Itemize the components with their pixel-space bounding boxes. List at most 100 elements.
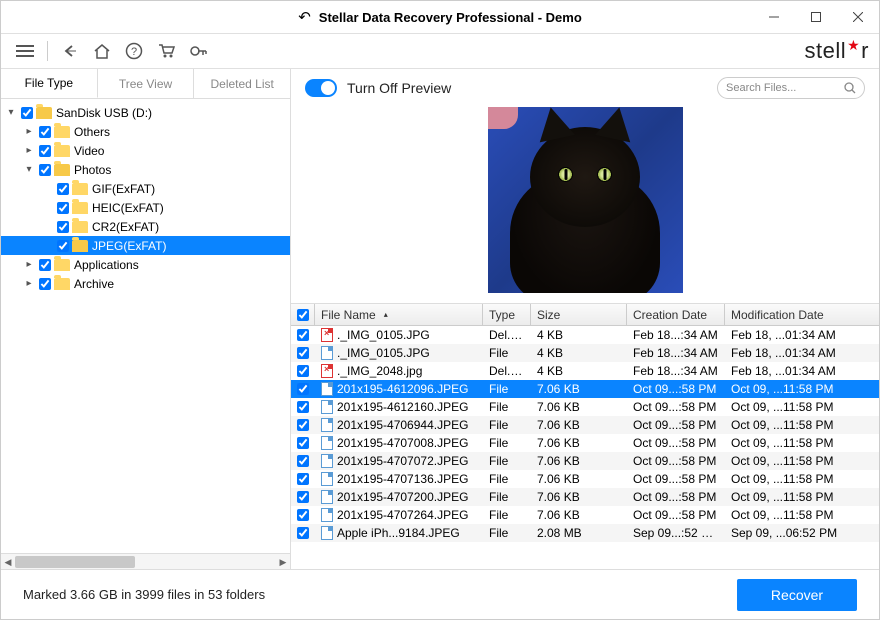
cart-button[interactable] xyxy=(152,37,180,65)
tree-checkbox[interactable] xyxy=(57,202,69,214)
table-row[interactable]: 201x195-4707136.JPEGFile7.06 KBOct 09...… xyxy=(291,470,879,488)
file-mdate: Oct 09, ...11:58 PM xyxy=(725,508,879,522)
tree-checkbox[interactable] xyxy=(39,259,51,271)
row-checkbox[interactable] xyxy=(297,473,309,485)
tree-root[interactable]: ▾ SanDisk USB (D:) xyxy=(1,103,290,122)
file-size: 7.06 KB xyxy=(531,382,627,396)
file-name: ._IMG_0105.JPG xyxy=(337,328,430,342)
file-name: 201x195-4706944.JPEG xyxy=(337,418,468,432)
table-row[interactable]: 201x195-4707264.JPEGFile7.06 KBOct 09...… xyxy=(291,506,879,524)
tree-item-gif[interactable]: GIF(ExFAT) xyxy=(1,179,290,198)
tab-tree-view[interactable]: Tree View xyxy=(98,69,195,98)
tab-deleted-list[interactable]: Deleted List xyxy=(194,69,290,98)
tree-item-applications[interactable]: ▸Applications xyxy=(1,255,290,274)
tree-label: HEIC(ExFAT) xyxy=(92,201,164,215)
tree-checkbox[interactable] xyxy=(21,107,33,119)
file-icon xyxy=(321,418,333,432)
table-row[interactable]: ._IMG_0105.JPGDel...ile4 KBFeb 18...:34 … xyxy=(291,326,879,344)
chevron-right-icon[interactable]: ▸ xyxy=(22,259,36,270)
tree-item-heic[interactable]: HEIC(ExFAT) xyxy=(1,198,290,217)
preview-toggle[interactable] xyxy=(305,79,337,97)
recover-button[interactable]: Recover xyxy=(737,579,857,611)
row-checkbox[interactable] xyxy=(297,365,309,377)
undo-icon: ↶ xyxy=(298,8,311,26)
row-checkbox[interactable] xyxy=(297,347,309,359)
scroll-left-icon[interactable]: ◀ xyxy=(1,554,15,570)
maximize-button[interactable] xyxy=(795,1,837,33)
select-all-checkbox[interactable] xyxy=(291,304,315,325)
table-row[interactable]: 201x195-4707200.JPEGFile7.06 KBOct 09...… xyxy=(291,488,879,506)
file-cdate: Feb 18...:34 AM xyxy=(627,346,725,360)
scroll-right-icon[interactable]: ▶ xyxy=(276,554,290,570)
col-creation-date[interactable]: Creation Date xyxy=(627,304,725,325)
chevron-down-icon[interactable]: ▾ xyxy=(4,107,18,118)
back-button[interactable] xyxy=(56,37,84,65)
search-input[interactable]: Search Files... xyxy=(717,77,865,99)
row-checkbox[interactable] xyxy=(297,419,309,431)
row-checkbox[interactable] xyxy=(297,437,309,449)
file-mdate: Oct 09, ...11:58 PM xyxy=(725,400,879,414)
home-button[interactable] xyxy=(88,37,116,65)
row-checkbox[interactable] xyxy=(297,383,309,395)
tree-item-jpeg[interactable]: JPEG(ExFAT) xyxy=(1,236,290,255)
table-row[interactable]: 201x195-4612160.JPEGFile7.06 KBOct 09...… xyxy=(291,398,879,416)
tree-hscrollbar[interactable]: ◀ ▶ xyxy=(1,553,290,569)
table-row[interactable]: 201x195-4707008.JPEGFile7.06 KBOct 09...… xyxy=(291,434,879,452)
menu-button[interactable] xyxy=(11,37,39,65)
tree-checkbox[interactable] xyxy=(39,278,51,290)
col-filename[interactable]: File Name▴ xyxy=(315,304,483,325)
file-tree[interactable]: ▾ SanDisk USB (D:) ▸Others ▸ Video ▾ Photos… xyxy=(1,99,290,553)
col-type[interactable]: Type xyxy=(483,304,531,325)
folder-icon xyxy=(54,259,70,271)
tree-item-video[interactable]: ▸ Video xyxy=(1,141,290,160)
file-icon xyxy=(321,490,333,504)
row-checkbox[interactable] xyxy=(297,455,309,467)
brand-logo: stell★r xyxy=(804,38,869,64)
minimize-button[interactable] xyxy=(753,1,795,33)
table-row[interactable]: ._IMG_2048.jpgDel...ile4 KBFeb 18...:34 … xyxy=(291,362,879,380)
tree-item-cr2[interactable]: CR2(ExFAT) xyxy=(1,217,290,236)
file-size: 7.06 KB xyxy=(531,472,627,486)
tab-file-type[interactable]: File Type xyxy=(1,69,98,98)
row-checkbox[interactable] xyxy=(297,329,309,341)
chevron-right-icon[interactable]: ▸ xyxy=(22,145,36,156)
table-row[interactable]: ._IMG_0105.JPGFile4 KBFeb 18...:34 AMFeb… xyxy=(291,344,879,362)
file-size: 4 KB xyxy=(531,328,627,342)
file-mdate: Feb 18, ...01:34 AM xyxy=(725,346,879,360)
row-checkbox[interactable] xyxy=(297,509,309,521)
scroll-thumb[interactable] xyxy=(15,556,135,568)
tree-label: Video xyxy=(74,144,104,158)
tree-item-archive[interactable]: ▸Archive xyxy=(1,274,290,293)
col-size[interactable]: Size xyxy=(531,304,627,325)
close-button[interactable] xyxy=(837,1,879,33)
table-row[interactable]: 201x195-4706944.JPEGFile7.06 KBOct 09...… xyxy=(291,416,879,434)
file-cdate: Oct 09...:58 PM xyxy=(627,472,725,486)
tree-checkbox[interactable] xyxy=(57,221,69,233)
tree-item-others[interactable]: ▸Others xyxy=(1,122,290,141)
row-checkbox[interactable] xyxy=(297,527,309,539)
footer: Marked 3.66 GB in 3999 files in 53 folde… xyxy=(1,569,879,619)
tree-checkbox[interactable] xyxy=(57,183,69,195)
tree-checkbox[interactable] xyxy=(39,145,51,157)
row-checkbox[interactable] xyxy=(297,401,309,413)
tree-label: Photos xyxy=(74,163,111,177)
row-checkbox[interactable] xyxy=(297,491,309,503)
file-type: File xyxy=(483,346,531,360)
help-button[interactable]: ? xyxy=(120,37,148,65)
key-button[interactable] xyxy=(184,37,212,65)
tree-item-photos[interactable]: ▾ Photos xyxy=(1,160,290,179)
tree-checkbox[interactable] xyxy=(39,164,51,176)
col-modification-date[interactable]: Modification Date xyxy=(725,304,879,325)
preview-bar: Turn Off Preview Search Files... xyxy=(291,69,879,107)
chevron-down-icon[interactable]: ▾ xyxy=(22,164,36,175)
tree-checkbox[interactable] xyxy=(39,126,51,138)
table-row[interactable]: 201x195-4612096.JPEGFile7.06 KBOct 09...… xyxy=(291,380,879,398)
tree-label: SanDisk USB (D:) xyxy=(56,106,152,120)
chevron-right-icon[interactable]: ▸ xyxy=(22,278,36,289)
table-body[interactable]: ._IMG_0105.JPGDel...ile4 KBFeb 18...:34 … xyxy=(291,326,879,569)
table-row[interactable]: 201x195-4707072.JPEGFile7.06 KBOct 09...… xyxy=(291,452,879,470)
table-row[interactable]: Apple iPh...9184.JPEGFile2.08 MBSep 09..… xyxy=(291,524,879,542)
file-cdate: Oct 09...:58 PM xyxy=(627,508,725,522)
chevron-right-icon[interactable]: ▸ xyxy=(22,126,36,137)
tree-checkbox[interactable] xyxy=(57,240,69,252)
